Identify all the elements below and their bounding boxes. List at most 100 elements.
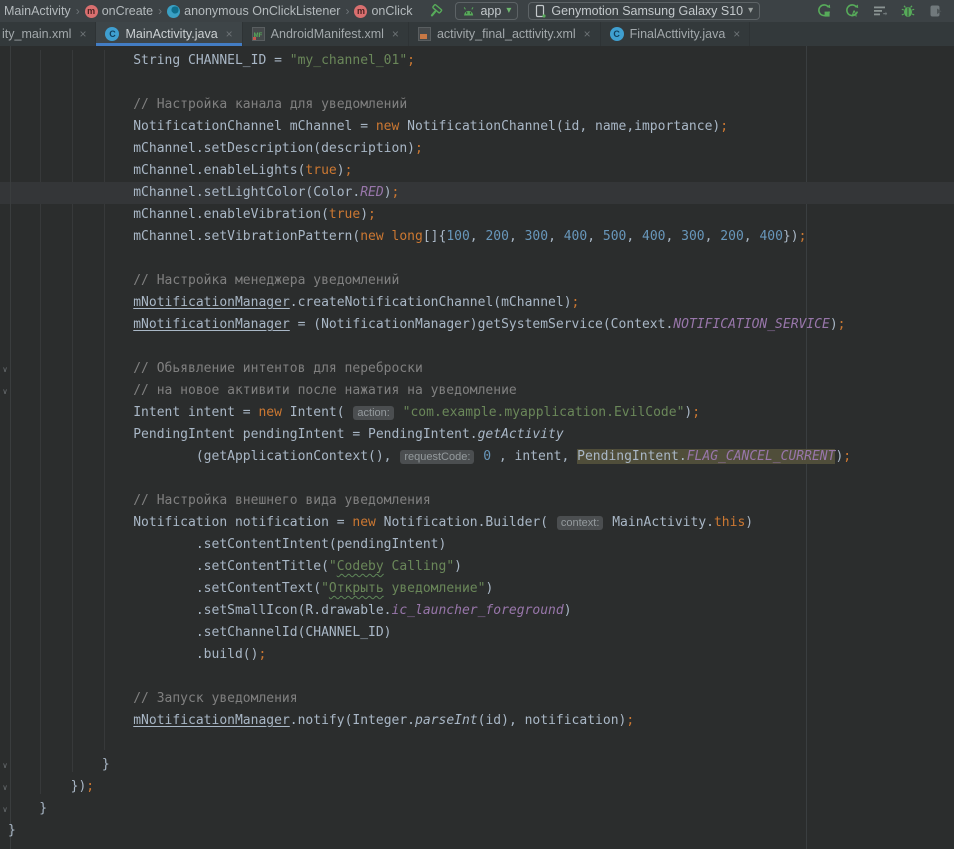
code-line[interactable]: // Обьявление интентов для переброски: [0, 358, 954, 380]
code-line[interactable]: NotificationChannel mChannel = new Notif…: [0, 116, 954, 138]
code-editor[interactable]: ∨∨∨∨∨ String CHANNEL_ID = "my_channel_01…: [0, 46, 954, 849]
debug-icon[interactable]: [899, 3, 916, 20]
param-hint: context:: [557, 516, 604, 530]
code-line[interactable]: Intent intent = new Intent( action: "com…: [0, 402, 954, 424]
code-line[interactable]: mChannel.enableLights(true);: [0, 160, 954, 182]
code-token: Открыть: [329, 581, 384, 596]
build-hammer-icon[interactable]: [428, 3, 445, 20]
code-line[interactable]: mChannel.enableVibration(true);: [0, 204, 954, 226]
code-token: 400: [642, 229, 665, 244]
code-token: .setContentText(: [8, 581, 321, 596]
code-token: mChannel.setVibrationPattern(: [8, 229, 360, 244]
breadcrumb-label: anonymous OnClickListener: [184, 4, 340, 18]
code-token: [8, 317, 133, 332]
code-line[interactable]: }: [0, 798, 954, 820]
code-token: new: [258, 405, 281, 420]
code-token: }): [8, 779, 86, 794]
breadcrumb-item-onclick[interactable]: onClick: [352, 4, 414, 18]
run-configuration-selector[interactable]: app ▾: [455, 2, 518, 20]
profile-icon[interactable]: [927, 3, 944, 20]
code-token: ;: [843, 449, 851, 464]
code-token: }: [8, 757, 110, 772]
code-token: ,: [666, 229, 682, 244]
code-line[interactable]: [0, 248, 954, 270]
code-line[interactable]: .build();: [0, 644, 954, 666]
code-line[interactable]: .setSmallIcon(R.drawable.ic_launcher_for…: [0, 600, 954, 622]
code-line[interactable]: });: [0, 776, 954, 798]
code-line[interactable]: }: [0, 820, 954, 842]
code-token: mChannel.setLightColor(Color.: [8, 185, 360, 200]
breadcrumb-item-anonymous-listener[interactable]: anonymous OnClickListener: [165, 4, 342, 18]
code-line[interactable]: mChannel.setDescription(description);: [0, 138, 954, 160]
tab-activity-final-acttivity-xml[interactable]: activity_final_acttivity.xml ×: [409, 22, 601, 46]
code-token: ;: [626, 713, 634, 728]
code-token: ): [337, 163, 345, 178]
code-token: 400: [759, 229, 782, 244]
close-icon[interactable]: ×: [733, 27, 740, 41]
code-token: true: [305, 163, 336, 178]
code-line[interactable]: .setContentText("Открыть уведомление"): [0, 578, 954, 600]
close-icon[interactable]: ×: [79, 27, 86, 41]
code-line[interactable]: [0, 666, 954, 688]
code-token: // Настройка менеджера уведомлений: [8, 273, 399, 288]
tab-finalacttivity-java[interactable]: FinalActtivity.java ×: [601, 22, 751, 46]
code-line[interactable]: // Настройка менеджера уведомлений: [0, 270, 954, 292]
code-line[interactable]: mChannel.setLightColor(Color.RED);: [0, 182, 954, 204]
code-token: }: [8, 823, 16, 838]
code-token: ic_launcher_foreground: [392, 603, 564, 618]
breadcrumb-separator: ›: [155, 4, 165, 18]
tab-label: MainActivity.java: [125, 27, 217, 41]
code-line[interactable]: mChannel.setVibrationPattern(new long[]{…: [0, 226, 954, 248]
code-token: Intent(: [282, 405, 352, 420]
breadcrumb-item-class[interactable]: MainActivity: [2, 4, 73, 18]
tab-activity-main-xml[interactable]: ity_main.xml ×: [0, 22, 96, 46]
code-line[interactable]: [0, 336, 954, 358]
breadcrumb-item-oncreate[interactable]: onCreate: [83, 4, 155, 18]
code-line[interactable]: [0, 732, 954, 754]
code-token: "com.example.myapplication.EvilCode": [403, 405, 685, 420]
apply-code-changes-icon[interactable]: A: [843, 3, 860, 20]
tab-label: ity_main.xml: [2, 27, 71, 41]
code-line[interactable]: // Запуск уведомления: [0, 688, 954, 710]
code-line[interactable]: // Настройка канала для уведомлений: [0, 94, 954, 116]
device-selector[interactable]: Genymotion Samsung Galaxy S10 ▾: [528, 2, 760, 20]
code-token: ,: [626, 229, 642, 244]
code-line[interactable]: // на новое активити после нажатия на ув…: [0, 380, 954, 402]
apply-changes-restart-icon[interactable]: [815, 3, 832, 20]
code-line[interactable]: mNotificationManager = (NotificationMana…: [0, 314, 954, 336]
code-token: String CHANNEL_ID =: [8, 53, 290, 68]
code-line[interactable]: mNotificationManager.createNotificationC…: [0, 292, 954, 314]
code-token: ,: [587, 229, 603, 244]
device-phone-icon: [535, 4, 546, 18]
close-icon[interactable]: ×: [584, 27, 591, 41]
code-line[interactable]: }: [0, 754, 954, 776]
tab-mainactivity-java[interactable]: MainActivity.java ×: [96, 22, 242, 46]
code-line[interactable]: [0, 468, 954, 490]
code-line[interactable]: PendingIntent pendingIntent = PendingInt…: [0, 424, 954, 446]
tab-androidmanifest-xml[interactable]: MF AndroidManifest.xml ×: [243, 22, 409, 46]
close-icon[interactable]: ×: [392, 27, 399, 41]
device-label: Genymotion Samsung Galaxy S10: [551, 4, 743, 18]
code-line[interactable]: // Настройка внешнего вида уведомления: [0, 490, 954, 512]
code-line[interactable]: .setContentIntent(pendingIntent): [0, 534, 954, 556]
code-token: mNotificationManager: [133, 317, 290, 332]
code-token: ;: [86, 779, 94, 794]
code-token: (getApplicationContext(),: [8, 449, 399, 464]
code-line[interactable]: String CHANNEL_ID = "my_channel_01";: [0, 50, 954, 72]
code-line[interactable]: mNotificationManager.notify(Integer.pars…: [0, 710, 954, 732]
code-token: ;: [345, 163, 353, 178]
code-token: ;: [799, 229, 807, 244]
code-line[interactable]: (getApplicationContext(), requestCode: 0…: [0, 446, 954, 468]
close-icon[interactable]: ×: [226, 27, 233, 41]
run-tasks-icon[interactable]: [871, 3, 888, 20]
code-line[interactable]: Notification notification = new Notifica…: [0, 512, 954, 534]
code-token: ): [485, 581, 493, 596]
code-line[interactable]: .setChannelId(CHANNEL_ID): [0, 622, 954, 644]
code-token: // на новое активити после нажатия на ув…: [8, 383, 517, 398]
code-token: ): [745, 515, 753, 530]
code-token: 400: [564, 229, 587, 244]
code-line[interactable]: [0, 72, 954, 94]
code-token: ;: [258, 647, 266, 662]
code-line[interactable]: .setContentTitle("Codeby Calling"): [0, 556, 954, 578]
code-token: ;: [572, 295, 580, 310]
